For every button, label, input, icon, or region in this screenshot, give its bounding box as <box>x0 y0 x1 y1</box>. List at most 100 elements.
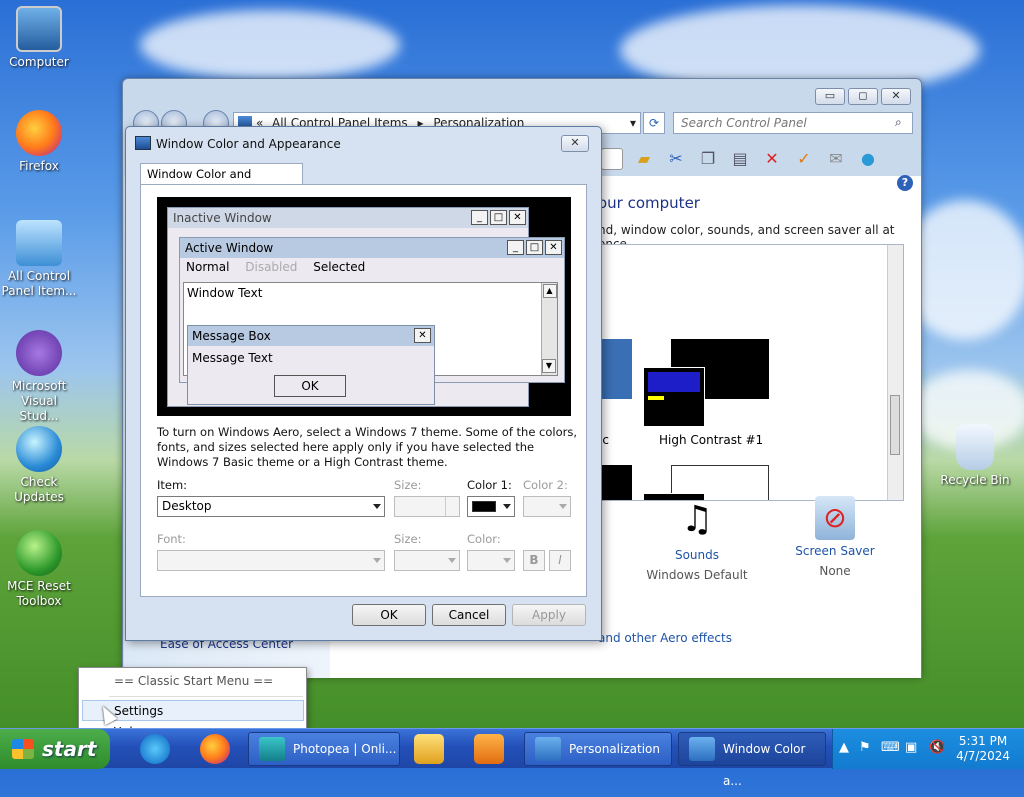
close-button[interactable]: ✕ <box>561 135 589 152</box>
item-value: Desktop <box>162 499 212 513</box>
search-icon: ⌕ <box>895 115 902 129</box>
preview-menubar: Normal Disabled Selected <box>180 258 564 276</box>
minimize-button[interactable]: ▭ <box>815 88 845 105</box>
size-label: Size: <box>394 478 422 492</box>
message-box-title: Message Box <box>192 329 271 343</box>
size-spinner[interactable] <box>394 496 460 517</box>
task-label: Window Color a... <box>723 742 806 788</box>
maximize-icon: □ <box>526 240 543 255</box>
windows-logo-icon <box>12 739 34 759</box>
italic-button[interactable]: I <box>549 550 571 571</box>
screensaver-item[interactable]: ⊘ Screen Saver None <box>780 496 890 578</box>
clock-time: 5:31 PM <box>958 734 1008 748</box>
globe-icon[interactable]: ● <box>857 148 879 170</box>
font-select[interactable] <box>157 550 385 571</box>
color2-label: Color 2: <box>523 478 568 492</box>
edge-icon[interactable] <box>140 734 170 764</box>
paste-icon[interactable]: ▤ <box>729 148 751 170</box>
clock[interactable]: 5:31 PM 4/7/2024 <box>956 734 1010 764</box>
screensaver-icon: ⊘ <box>815 496 855 540</box>
chevron-down-icon <box>373 558 381 563</box>
cancel-button[interactable]: Cancel <box>432 604 506 626</box>
bold-button[interactable]: B <box>523 550 545 571</box>
task-window-color[interactable]: Window Color a... <box>678 732 826 788</box>
color2-picker[interactable] <box>523 496 571 517</box>
theme-list-scrollbar[interactable] <box>887 245 903 500</box>
sounds-link[interactable]: Sounds <box>642 548 752 562</box>
font-label: Font: <box>157 532 186 546</box>
screensaver-link[interactable]: Screen Saver <box>780 544 890 558</box>
chevron-down-icon <box>503 504 511 509</box>
desktop-icon-firefox[interactable]: Firefox <box>0 110 78 174</box>
mail-icon[interactable]: ✉ <box>825 148 847 170</box>
window-color-dialog: Window Color and Appearance ✕ Window Col… <box>125 126 602 641</box>
color1-picker[interactable] <box>467 496 515 517</box>
inactive-titlebar: Inactive Window _ □ ✕ <box>168 208 528 228</box>
tray-expand-icon[interactable]: ▲ <box>839 740 849 755</box>
new-page-icon[interactable] <box>601 148 623 170</box>
help-icon[interactable]: ? <box>897 175 913 191</box>
search-input[interactable]: Search Control Panel <box>673 112 913 134</box>
explorer-folder-icon[interactable] <box>414 734 444 764</box>
delete-icon[interactable]: ✕ <box>761 148 783 170</box>
preview-highlight <box>648 396 664 400</box>
message-box-preview[interactable]: Message Box ✕ Message Text OK <box>187 325 435 405</box>
computer-icon <box>16 6 62 52</box>
volume-muted-icon[interactable]: 🔇 <box>929 740 945 755</box>
chevron-down-icon[interactable]: ▾ <box>630 113 636 133</box>
cut-icon[interactable]: ✂ <box>665 148 687 170</box>
cloud <box>140 10 400 80</box>
task-personalization[interactable]: Personalization <box>524 732 672 766</box>
start-button[interactable]: start <box>0 729 110 769</box>
apply-button[interactable]: Apply <box>512 604 586 626</box>
item-select[interactable]: Desktop <box>157 496 385 517</box>
message-box-titlebar: Message Box ✕ <box>188 326 434 346</box>
firefox-icon[interactable] <box>200 734 230 764</box>
active-titlebar: Active Window _ □ ✕ <box>180 238 564 258</box>
scroll-up-icon: ▲ <box>542 284 557 298</box>
chevron-down-icon <box>448 558 456 563</box>
close-icon: ✕ <box>509 210 526 225</box>
font-size-select[interactable] <box>394 550 460 571</box>
start-label: start <box>42 737 97 761</box>
font-size-label: Size: <box>394 532 422 546</box>
sounds-item[interactable]: ♫ Sounds Windows Default <box>642 496 752 582</box>
network-icon[interactable]: ▣ <box>905 740 917 755</box>
desktop-icon-mce-reset[interactable]: MCE Reset Toolbox <box>0 530 78 609</box>
desktop-icon-computer[interactable]: Computer <box>0 6 78 70</box>
system-tray: ▲ ⚑ ⌨ ▣ 🔇 5:31 PM 4/7/2024 <box>832 729 1024 769</box>
tab-window-color[interactable]: Window Color and Appearance <box>140 163 303 201</box>
folder-check-icon[interactable]: ▰ <box>633 148 655 170</box>
check-icon[interactable]: ✓ <box>793 148 815 170</box>
font-color-picker[interactable] <box>467 550 515 571</box>
desktop-icon-visual-studio[interactable]: Microsoft Visual Stud... <box>0 330 78 424</box>
theme-thumbnail[interactable] <box>599 465 632 500</box>
desktop-icon-recycle-bin[interactable]: Recycle Bin <box>936 424 1014 488</box>
control-panel-icon <box>16 220 62 266</box>
display-icon <box>689 737 715 761</box>
theme-thumbnail[interactable] <box>599 339 632 399</box>
clock-date: 4/7/2024 <box>956 749 1010 763</box>
desktop-icon-check-updates[interactable]: Check Updates <box>0 426 78 505</box>
copy-icon[interactable]: ❐ <box>697 148 719 170</box>
display-icon <box>135 136 151 150</box>
ok-button[interactable]: OK <box>352 604 426 626</box>
flag-icon[interactable]: ⚑ <box>859 740 871 755</box>
chevron-down-icon <box>559 504 567 509</box>
appearance-preview[interactable]: Inactive Window _ □ ✕ Active Window _ □ ✕ No… <box>157 197 571 416</box>
aero-effects-link[interactable]: and other Aero effects <box>598 631 732 645</box>
scroll-thumb[interactable] <box>890 395 900 455</box>
close-button[interactable]: ✕ <box>881 88 911 105</box>
visual-studio-icon <box>16 330 62 376</box>
task-photopea[interactable]: Photopea | Onli... <box>248 732 400 766</box>
theme-list[interactable]: ic High Contrast #1 <box>598 244 904 501</box>
desktop-icon-control-panel[interactable]: All Control Panel Item... <box>0 220 78 299</box>
scroll-down-icon: ▼ <box>542 359 556 373</box>
preview-titlebar <box>648 372 700 392</box>
maximize-button[interactable]: ◻ <box>848 88 878 105</box>
menu-disabled: Disabled <box>245 260 298 274</box>
keyboard-icon[interactable]: ⌨ <box>881 740 900 755</box>
active-title: Active Window <box>185 241 274 255</box>
media-player-icon[interactable] <box>474 734 504 764</box>
refresh-button[interactable]: ⟳ <box>643 112 665 134</box>
